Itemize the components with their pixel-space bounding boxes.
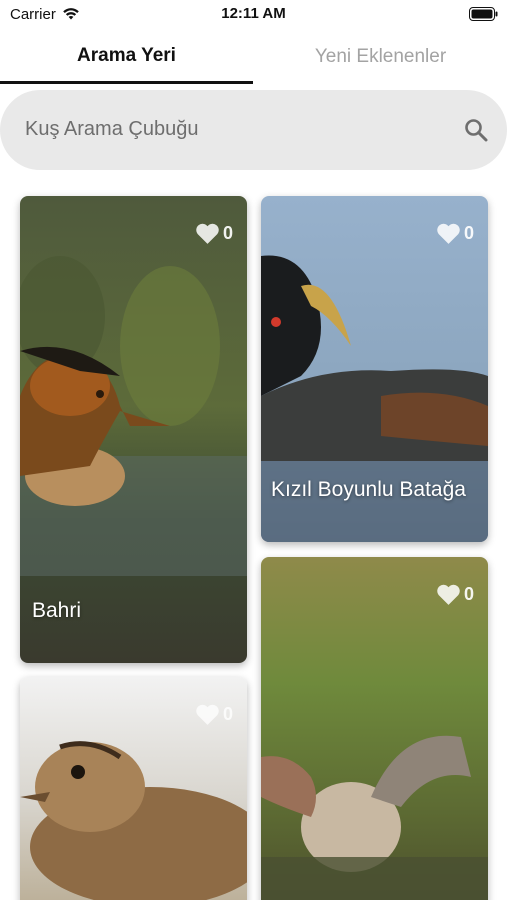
like-button[interactable]: 0 bbox=[436, 583, 474, 606]
tab-arama-yeri[interactable]: Arama Yeri bbox=[0, 30, 253, 84]
search-placeholder: Kuş Arama Çubuğu bbox=[25, 118, 199, 140]
bird-name: Bahri bbox=[32, 599, 82, 622]
like-count: 0 bbox=[463, 584, 474, 604]
like-count: 0 bbox=[222, 704, 233, 724]
heart-icon bbox=[437, 223, 460, 244]
bird-card[interactable]: 0 bbox=[261, 557, 488, 900]
like-button[interactable]: 0 bbox=[436, 222, 474, 245]
status-bar: Carrier 12:11 AM bbox=[0, 0, 507, 30]
bird-card-kizil-boyunlu-bataga[interactable]: 0 Kızıl Boyunlu Batağa bbox=[261, 196, 488, 542]
search-input[interactable]: Kuş Arama Çubuğu bbox=[0, 90, 507, 170]
like-button[interactable]: 0 bbox=[195, 222, 233, 245]
clock: 12:11 AM bbox=[221, 5, 286, 22]
heart-icon bbox=[196, 223, 219, 244]
heart-icon bbox=[196, 704, 219, 725]
heart-icon bbox=[437, 584, 460, 605]
like-count: 0 bbox=[222, 223, 233, 243]
like-count: 0 bbox=[463, 223, 474, 243]
bird-name: Kızıl Boyunlu Batağa bbox=[271, 478, 466, 501]
like-button[interactable]: 0 bbox=[195, 703, 233, 726]
battery-icon bbox=[469, 7, 498, 21]
bird-photo bbox=[261, 557, 488, 900]
bird-photo bbox=[20, 196, 247, 663]
bird-card[interactable]: 0 bbox=[20, 677, 247, 900]
bird-card-bahri[interactable]: 0 Bahri bbox=[20, 196, 247, 663]
tab-yeni-eklenenler[interactable]: Yeni Eklenenler bbox=[254, 30, 507, 84]
tab-bar: Arama Yeri Yeni Eklenenler bbox=[0, 30, 507, 84]
search-icon[interactable] bbox=[463, 117, 489, 143]
